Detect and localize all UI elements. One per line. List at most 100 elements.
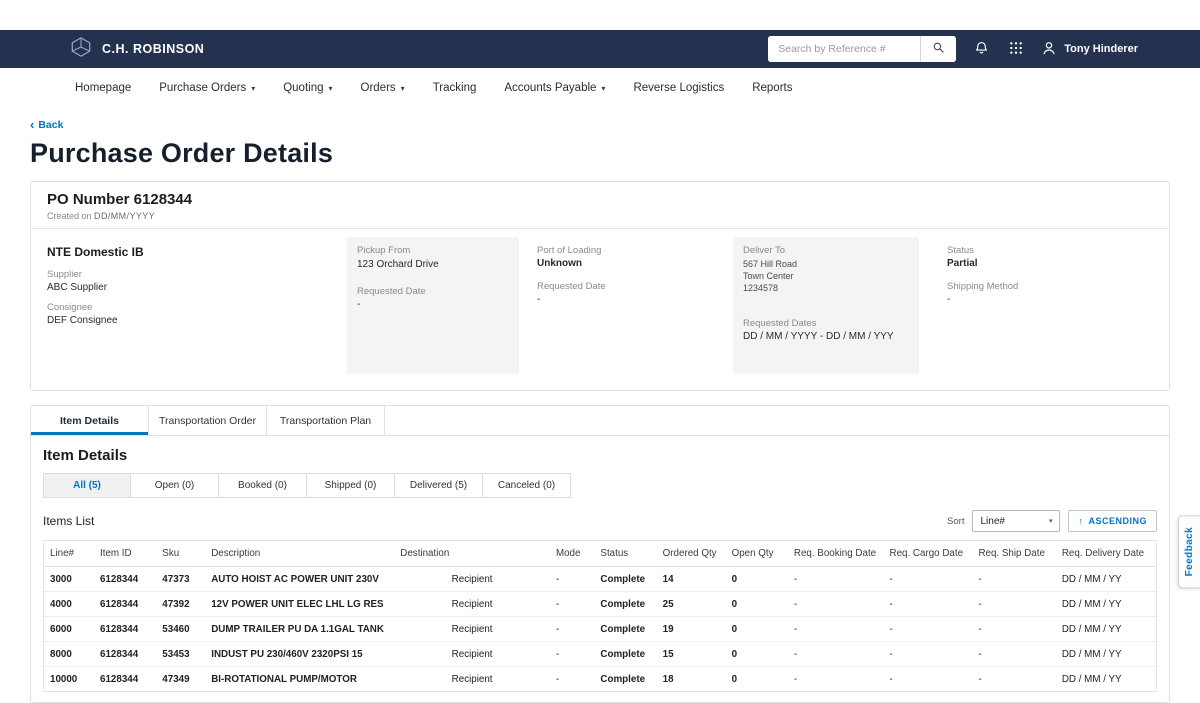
table-cell: 3000 [44,567,94,592]
column-header-req-ship-date: Req. Ship Date [972,541,1055,567]
filter-booked[interactable]: Booked (0) [219,473,307,498]
table-cell: 8000 [44,642,94,667]
pickup-from-value: 123 Orchard Drive [357,258,509,272]
pickup-from-label: Pickup From [357,245,509,256]
nav-item-label: Purchase Orders [159,82,246,94]
table-cell: - [788,617,884,642]
table-cell: 6000 [44,617,94,642]
table-cell: - [972,667,1055,692]
filter-all[interactable]: All (5) [43,473,131,498]
table-cell: - [884,642,973,667]
nav-item-accounts-payable[interactable]: Accounts Payable ▾ [504,82,605,94]
chevron-down-icon: ▾ [401,84,405,93]
table-cell: INDUST PU 230/460V 2320PSI 15 [205,642,394,667]
po-summary-body: NTE Domestic IB Supplier ABC Supplier Co… [31,228,1169,390]
table-cell: 47392 [156,592,205,617]
filter-open[interactable]: Open (0) [131,473,219,498]
nav-item-reverse-logistics[interactable]: Reverse Logistics [633,82,724,94]
table-cell: - [788,592,884,617]
table-cell: 12V POWER UNIT ELEC LHL LG RES [205,592,394,617]
table-cell: 18 [657,667,726,692]
deliver-to-line3: 1234578 [743,282,909,294]
table-row: 3000 6128344 47373 AUTO HOIST AC POWER U… [44,567,1156,592]
nav-item-purchase-orders[interactable]: Purchase Orders ▾ [159,82,255,94]
tab-transportation-plan[interactable]: Transportation Plan [267,406,385,435]
column-header-status: Status [594,541,656,567]
requested-dates-label: Requested Dates [743,318,909,329]
table-cell: DUMP TRAILER PU DA 1.1GAL TANK [205,617,394,642]
table-row: 8000 6128344 53453 INDUST PU 230/460V 23… [44,642,1156,667]
notifications-button[interactable] [972,38,991,60]
search-icon [932,41,945,57]
user-menu[interactable]: Tony Hinderer [1041,40,1138,59]
table-cell: - [550,617,594,642]
filter-canceled[interactable]: Canceled (0) [483,473,571,498]
apps-button[interactable] [1007,39,1025,60]
po-summary-card: PO Number 6128344 Created on DD/MM/YYYY … [30,181,1170,391]
table-cell: 47373 [156,567,205,592]
table-cell: - [972,592,1055,617]
back-arrow-icon: ‹ [30,118,34,131]
tab-label: Item Details [60,415,119,427]
table-cell: - [550,667,594,692]
nav-item-tracking[interactable]: Tracking [433,82,477,94]
summary-status-column: Status Partial Shipping Method - [933,237,1153,374]
port-of-loading-value: Unknown [537,258,719,269]
reference-search [768,36,956,62]
table-cell: 0 [726,642,788,667]
table-cell: Complete [594,592,656,617]
brand[interactable]: C.H. ROBINSON [70,36,204,63]
filter-shipped[interactable]: Shipped (0) [307,473,395,498]
port-requested-date-group: Requested Date - [537,281,719,305]
nav-item-reports[interactable]: Reports [752,82,792,94]
supplier-value: ABC Supplier [47,282,333,293]
column-header-ordered-qty: Ordered Qty [657,541,726,567]
sort-field-select[interactable]: Line# ▾ [972,510,1060,532]
table-cell: 6128344 [94,642,156,667]
details-tab-row: Item Details Transportation Order Transp… [31,406,1169,436]
status-filter-tabs: All (5) Open (0) Booked (0) Shipped (0) … [43,473,1157,498]
page-title: Purchase Order Details [30,138,1170,169]
nav-item-label: Quoting [283,82,323,94]
port-of-loading-group: Port of Loading Unknown [537,245,719,269]
nav-item-orders[interactable]: Orders ▾ [361,82,405,94]
chevron-down-icon: ▾ [601,84,605,93]
created-on-label: Created on [47,211,92,221]
table-cell: - [884,617,973,642]
items-list-bar: Items List Sort Line# ▾ ↑ ASCENDING [43,510,1157,532]
status-group: Status Partial [947,245,1153,269]
table-cell: Recipient [394,617,550,642]
created-on-value: DD/MM/YYYY [94,211,155,221]
app-header: C.H. ROBINSON Tony Hinderer [0,30,1200,68]
table-cell: - [884,667,973,692]
column-header-req-booking-date: Req. Booking Date [788,541,884,567]
sort-direction-button[interactable]: ↑ ASCENDING [1068,510,1157,532]
table-cell: Complete [594,642,656,667]
shipping-method-group: Shipping Method - [947,281,1153,305]
table-cell: DD / MM / YY [1056,567,1156,592]
table-cell: - [788,667,884,692]
nav-item-quoting[interactable]: Quoting ▾ [283,82,332,94]
tab-transportation-order[interactable]: Transportation Order [149,406,267,435]
tab-item-details[interactable]: Item Details [31,406,149,435]
filter-delivered[interactable]: Delivered (5) [395,473,483,498]
table-cell: - [884,567,973,592]
feedback-tab[interactable]: Feedback [1178,515,1200,588]
summary-pickup-column: Pickup From 123 Orchard Drive Requested … [347,237,519,374]
details-tabs-card: Item Details Transportation Order Transp… [30,405,1170,703]
nav-item-homepage[interactable]: Homepage [75,82,131,94]
created-on: Created on DD/MM/YYYY [47,211,1153,221]
requested-dates-group: Requested Dates DD / MM / YYYY - DD / MM… [743,318,909,342]
tab-label: Transportation Order [159,415,256,427]
table-cell: 53460 [156,617,205,642]
requested-date-value: - [537,294,719,305]
back-link[interactable]: ‹ Back [30,118,63,131]
search-input[interactable] [768,36,920,62]
user-name: Tony Hinderer [1064,43,1138,55]
column-header-req-cargo-date: Req. Cargo Date [884,541,973,567]
search-button[interactable] [920,36,956,62]
table-cell: 47349 [156,667,205,692]
table-cell: - [788,567,884,592]
table-cell: Recipient [394,667,550,692]
column-header-mode: Mode [550,541,594,567]
